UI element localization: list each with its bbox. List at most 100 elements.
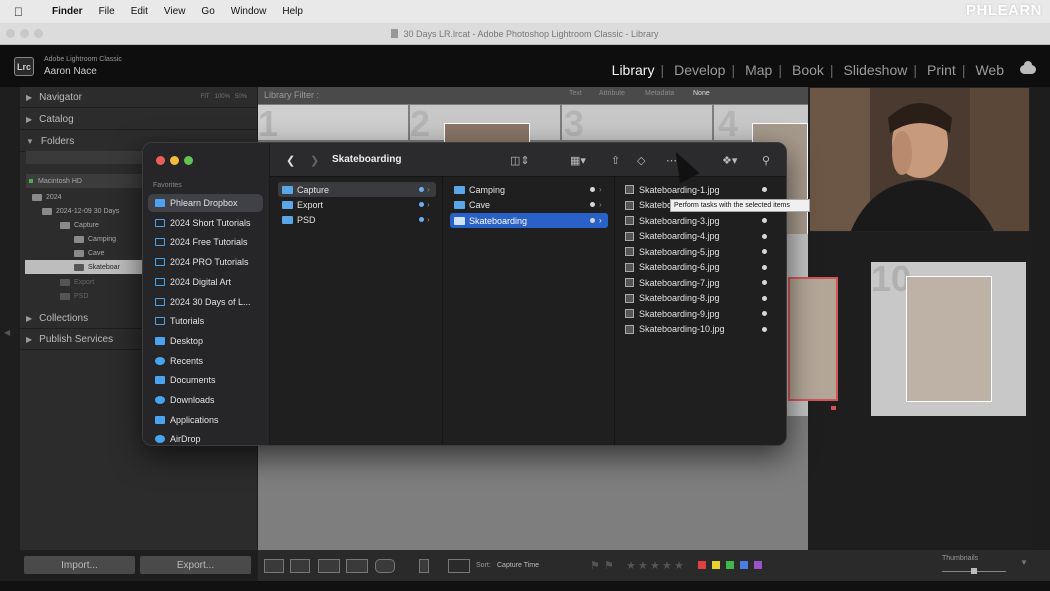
- filter-text[interactable]: Text: [569, 90, 582, 97]
- catalog-header[interactable]: ▶ Catalog: [20, 109, 257, 130]
- file-item[interactable]: Skateboarding-10.jpg: [621, 322, 781, 337]
- sidebar-item[interactable]: Documents: [148, 371, 263, 389]
- module-print[interactable]: Print: [927, 62, 956, 78]
- group-grid-icon[interactable]: ▦▾: [570, 154, 586, 167]
- file-item[interactable]: Skateboarding-9.jpg: [621, 306, 781, 321]
- folder-cave[interactable]: Cave: [26, 246, 156, 260]
- loupe-view-icon[interactable]: [290, 559, 310, 573]
- module-library[interactable]: Library: [612, 62, 655, 78]
- tag-icon[interactable]: ◇: [637, 154, 645, 167]
- survey-view-icon[interactable]: [346, 559, 368, 573]
- menu-app-finder[interactable]: Finder: [52, 6, 83, 17]
- view-columns-icon[interactable]: ◫⇕: [510, 154, 530, 167]
- sidebar-item[interactable]: 2024 Digital Art: [148, 273, 263, 291]
- file-item[interactable]: Skateboarding-4.jpg: [621, 229, 781, 244]
- rating-star-icon[interactable]: ★: [638, 559, 648, 572]
- menu-go[interactable]: Go: [201, 6, 214, 17]
- toolbar-menu-chevron-icon[interactable]: ▼: [1020, 558, 1028, 567]
- navigator-zoom-options[interactable]: FIT 100% 50%: [201, 94, 247, 100]
- filter-none[interactable]: None: [693, 90, 710, 97]
- column-item-camping[interactable]: Camping: [450, 182, 608, 197]
- search-icon[interactable]: ⚲: [762, 154, 770, 167]
- column-item-skateboarding[interactable]: Skateboarding: [450, 213, 608, 228]
- column-item-cave[interactable]: Cave: [450, 197, 608, 212]
- thumbnail-image[interactable]: [906, 276, 992, 402]
- flag-reject-icon[interactable]: ⚑: [604, 559, 614, 572]
- navigator-header[interactable]: ▶ Navigator FIT 100% 50%: [20, 87, 257, 108]
- sidebar-item[interactable]: AirDrop: [148, 430, 263, 445]
- finder-minimize-button[interactable]: [170, 156, 179, 165]
- cloud-icon[interactable]: [1020, 61, 1036, 74]
- sidebar-item[interactable]: 2024 PRO Tutorials: [148, 253, 263, 271]
- folder-camping[interactable]: Camping: [26, 232, 156, 246]
- selected-thumbnail-image[interactable]: [788, 277, 838, 401]
- folder-2024-12-09[interactable]: 2024-12-09 30 Days: [26, 204, 156, 218]
- sidebar-item[interactable]: Downloads: [148, 391, 263, 409]
- file-item[interactable]: Skateboarding-5.jpg: [621, 244, 781, 259]
- file-item[interactable]: Skateboarding-6.jpg: [621, 260, 781, 275]
- file-item[interactable]: Skateboarding-8.jpg: [621, 291, 781, 306]
- finder-zoom-button[interactable]: [184, 156, 193, 165]
- flag-pick-icon[interactable]: ⚑: [590, 559, 600, 572]
- people-view-icon[interactable]: [375, 559, 395, 573]
- sidebar-item[interactable]: 2024 Free Tutorials: [148, 233, 263, 251]
- window-zoom-button[interactable]: [34, 29, 43, 38]
- folder-capture[interactable]: Capture: [26, 218, 156, 232]
- color-label-green[interactable]: [726, 561, 734, 569]
- rating-star-icon[interactable]: ★: [650, 559, 660, 572]
- column-item-export[interactable]: Export: [278, 197, 436, 212]
- menu-edit[interactable]: Edit: [131, 6, 148, 17]
- thumbnail-image[interactable]: [444, 123, 530, 143]
- file-item[interactable]: Skateboarding-7.jpg: [621, 275, 781, 290]
- sort-select[interactable]: Capture Time: [497, 562, 539, 569]
- sidebar-item[interactable]: 2024 Short Tutorials: [148, 214, 263, 232]
- sidebar-item[interactable]: 2024 30 Days of L...: [148, 293, 263, 311]
- apple-icon[interactable]: : [14, 5, 28, 19]
- filter-metadata[interactable]: Metadata: [645, 90, 674, 97]
- window-minimize-button[interactable]: [20, 29, 29, 38]
- sidebar-item[interactable]: Desktop: [148, 332, 263, 350]
- rating-star-icon[interactable]: ★: [626, 559, 636, 572]
- sidebar-item[interactable]: Tutorials: [148, 312, 263, 330]
- module-book[interactable]: Book: [792, 62, 824, 78]
- folder-search-input[interactable]: [26, 151, 156, 164]
- forward-chevron-icon[interactable]: ❯: [310, 154, 319, 167]
- folder-skateboarding[interactable]: Skateboar: [25, 260, 157, 274]
- menu-view[interactable]: View: [164, 6, 186, 17]
- window-close-button[interactable]: [6, 29, 15, 38]
- filter-attribute[interactable]: Attribute: [599, 90, 625, 97]
- file-item[interactable]: Skateboarding-1.jpg: [621, 182, 781, 197]
- finder-close-button[interactable]: [156, 156, 165, 165]
- menu-window[interactable]: Window: [231, 6, 267, 17]
- folder-2024[interactable]: 2024: [26, 190, 156, 204]
- compare-view-icon[interactable]: [318, 559, 340, 573]
- rating-star-icon[interactable]: ★: [674, 559, 684, 572]
- sidebar-item[interactable]: Applications: [148, 411, 263, 429]
- grid-view-icon[interactable]: [264, 559, 284, 573]
- module-slideshow[interactable]: Slideshow: [844, 62, 908, 78]
- module-develop[interactable]: Develop: [674, 62, 725, 78]
- menu-help[interactable]: Help: [282, 6, 303, 17]
- sort-direction-icon[interactable]: [448, 559, 470, 573]
- module-map[interactable]: Map: [745, 62, 772, 78]
- rating-star-icon[interactable]: ★: [662, 559, 672, 572]
- sidebar-item[interactable]: Recents: [148, 352, 263, 370]
- volume-macintosh-hd[interactable]: Macintosh HD: [26, 174, 156, 188]
- spray-can-icon[interactable]: [419, 559, 429, 573]
- export-button[interactable]: Export...: [140, 556, 251, 574]
- left-panel-toggle-icon[interactable]: ◀: [4, 328, 10, 337]
- grid-cell[interactable]: [258, 105, 408, 140]
- column-item-capture[interactable]: Capture: [278, 182, 436, 197]
- share-icon[interactable]: ⇧: [611, 154, 620, 167]
- menu-file[interactable]: File: [99, 6, 115, 17]
- dropbox-icon[interactable]: ❖▾: [722, 154, 737, 167]
- color-label-blue[interactable]: [740, 561, 748, 569]
- sidebar-item[interactable]: Phlearn Dropbox: [148, 194, 263, 212]
- module-web[interactable]: Web: [975, 62, 1004, 78]
- folder-export[interactable]: Export: [26, 275, 156, 289]
- grid-cell[interactable]: [562, 105, 712, 140]
- color-label-yellow[interactable]: [712, 561, 720, 569]
- folder-psd[interactable]: PSD: [26, 289, 156, 303]
- file-item[interactable]: Skateboarding-3.jpg: [621, 213, 781, 228]
- thumbnail-slider-handle[interactable]: [971, 568, 977, 574]
